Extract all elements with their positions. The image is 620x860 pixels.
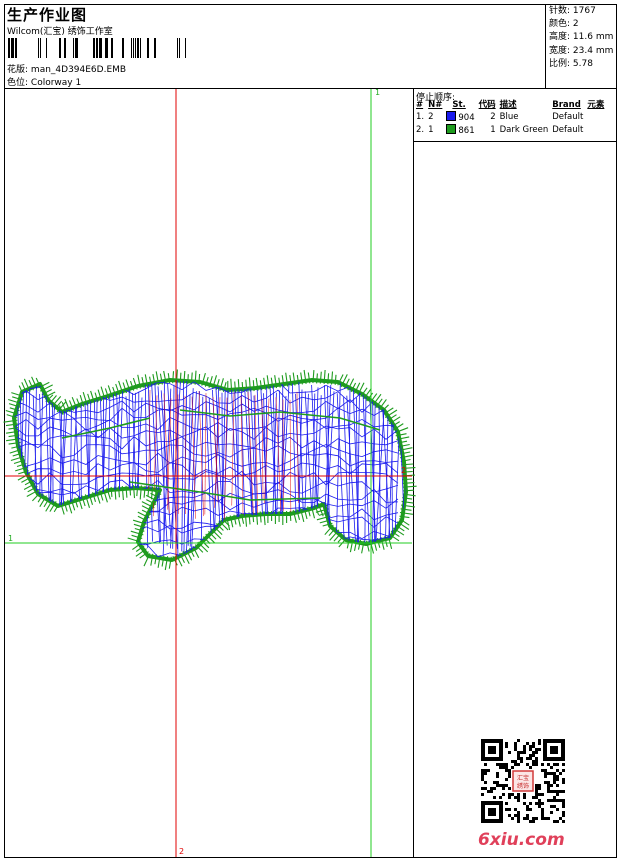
qr-code: 汇宝 绣饰	[481, 739, 565, 823]
axis-label-red-bottom: 2	[179, 847, 185, 856]
axis-label-red-right: 2	[401, 466, 407, 475]
axis-label-green-top: 1	[375, 88, 381, 97]
seal-stamp: 汇宝 绣饰	[511, 769, 535, 793]
axis-label-green-left: 1	[8, 534, 14, 543]
embroidery-preview	[3, 89, 417, 857]
rhino-design	[3, 369, 417, 571]
svg-text:绣饰: 绣饰	[517, 782, 529, 790]
svg-text:汇宝: 汇宝	[517, 774, 529, 782]
watermark-site: 6xiu.com	[478, 830, 565, 850]
